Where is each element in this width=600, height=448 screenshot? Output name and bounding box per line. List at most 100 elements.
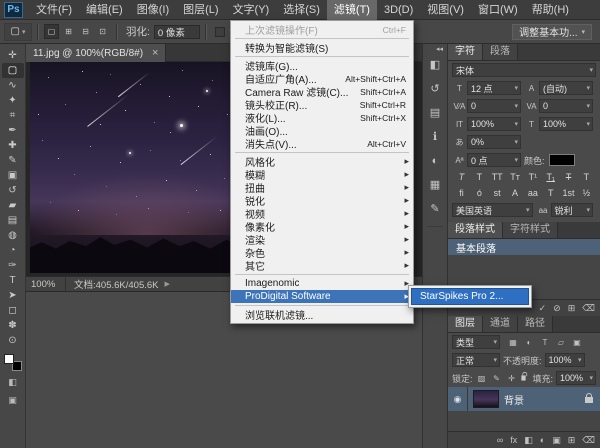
smart-object-filter-icon[interactable]: ▣ <box>571 338 583 347</box>
brush-tool[interactable]: ✎ <box>2 153 24 168</box>
canvas-image[interactable] <box>30 62 264 273</box>
font-family-select[interactable]: 宋体 <box>452 63 596 77</box>
kerning-select[interactable]: 0 <box>467 99 521 113</box>
filter-menu-item[interactable]: 上次滤镜操作(F) Ctrl+F <box>231 23 413 36</box>
gradient-tool[interactable]: ▤ <box>2 213 24 228</box>
link-layers-icon[interactable]: ∞ <box>497 435 503 445</box>
swatches-panel-icon[interactable]: ▤ <box>425 103 445 122</box>
panel-tab[interactable]: 字符 <box>448 44 483 60</box>
foreground-color-swatch[interactable] <box>4 354 14 364</box>
filter-menu-item[interactable]: Imagenomic <box>231 277 413 290</box>
背景[interactable]: ◉ 背景 <box>448 387 600 411</box>
path-selection-tool[interactable]: ➤ <box>2 288 24 303</box>
history-panel-icon[interactable]: ↺ <box>425 79 445 98</box>
zoom-tool[interactable]: ⊙ <box>2 333 24 348</box>
expand-panels-icon[interactable]: ◂◂ <box>423 44 447 55</box>
faux-italic-button[interactable]: T <box>472 172 487 182</box>
hand-tool[interactable]: ✽ <box>2 318 24 333</box>
menubar-item[interactable]: 图层(L) <box>176 0 225 20</box>
type-filter-icon[interactable]: T <box>539 338 551 347</box>
history-brush-tool[interactable]: ↺ <box>2 183 24 198</box>
eraser-tool[interactable]: ▰ <box>2 198 24 213</box>
menubar-item[interactable]: 视图(V) <box>420 0 471 20</box>
filter-menu-item[interactable]: 消失点(V)... Alt+Ctrl+V <box>231 137 413 150</box>
delete-layer-icon[interactable]: ⌫ <box>582 435 595 446</box>
discretionary-ligatures-button[interactable]: st <box>490 188 505 198</box>
info-panel-icon[interactable]: ℹ <box>425 127 445 146</box>
subtract-from-selection-button[interactable]: ⊟ <box>78 24 93 39</box>
clear-override-icon[interactable]: ✓ <box>539 303 547 314</box>
anti-alias-checkbox[interactable] <box>215 27 225 37</box>
menubar-item[interactable]: 编辑(E) <box>79 0 130 20</box>
style-list-item[interactable]: 基本段落 <box>448 239 600 255</box>
leading-select[interactable]: (自动) <box>539 81 593 95</box>
panel-tab[interactable]: 段落 <box>483 44 518 60</box>
feather-input[interactable]: 0 像素 <box>154 25 200 39</box>
intersect-selection-button[interactable]: ⊡ <box>95 24 110 39</box>
fractions-button[interactable]: ½ <box>579 188 594 198</box>
rectangular-marquee-tool[interactable]: ▢ <box>2 63 24 78</box>
new-selection-button[interactable]: ▢ <box>44 24 59 39</box>
menubar-item[interactable]: 帮助(H) <box>525 0 576 20</box>
contextual-alternates-button[interactable]: ó <box>472 188 487 198</box>
fill-select[interactable]: 100% <box>556 371 596 385</box>
baseline-shift-input[interactable]: 0 点 <box>467 153 521 167</box>
tool-preset-picker[interactable]: ▢ <box>4 23 32 41</box>
document-tab[interactable]: 11.jpg @ 100%(RGB/8#) × <box>26 44 166 62</box>
lock-image-pixels-icon[interactable]: ✎ <box>491 374 503 383</box>
delete-style-icon[interactable]: ⌫ <box>582 303 595 314</box>
redefine-style-icon[interactable]: ⊘ <box>553 303 561 314</box>
dodge-tool[interactable]: ◔ <box>2 243 24 258</box>
adjustments-panel-icon[interactable]: ◐ <box>425 151 445 170</box>
menubar-item[interactable]: 窗口(W) <box>471 0 525 20</box>
zoom-level-field[interactable]: 100% <box>26 277 66 291</box>
ligatures-button[interactable]: fi <box>454 188 469 198</box>
layer-thumbnail[interactable] <box>473 390 499 408</box>
lasso-tool[interactable]: ∿ <box>2 78 24 93</box>
layer-visibility-toggle[interactable]: ◉ <box>448 387 468 411</box>
proportional-spacing-select[interactable]: 0% <box>467 135 521 149</box>
healing-brush-tool[interactable]: ✚ <box>2 138 24 153</box>
menubar-item[interactable]: 选择(S) <box>276 0 327 20</box>
text-color-swatch[interactable] <box>549 154 575 166</box>
superscript-button[interactable]: T¹ <box>525 172 540 182</box>
quick-mask-button[interactable]: ◧ <box>2 376 24 389</box>
pen-tool[interactable]: ✑ <box>2 258 24 273</box>
panel-tab[interactable]: 段落样式 <box>448 222 503 238</box>
adjustment-layer-icon[interactable]: ◐ <box>540 435 545 445</box>
new-layer-icon[interactable]: ⊞ <box>568 435 576 446</box>
font-size-select[interactable]: 12 点 <box>467 81 521 95</box>
brush-panel-icon[interactable]: ✎ <box>425 199 445 218</box>
blend-mode-select[interactable]: 正常 <box>452 353 500 367</box>
vertical-scale-input[interactable]: 100% <box>467 117 521 131</box>
lock-transparent-pixels-icon[interactable]: ▨ <box>476 374 488 383</box>
submenu-item-starspikes[interactable]: StarSpikes Pro 2... <box>411 288 529 305</box>
opacity-select[interactable]: 100% <box>545 353 585 367</box>
move-tool[interactable]: ✛ <box>2 48 24 63</box>
pixel-filter-icon[interactable]: ▦ <box>507 338 519 347</box>
type-tool[interactable]: T <box>2 273 24 288</box>
filter-menu-item[interactable]: 其它 <box>231 259 413 272</box>
layer-group-icon[interactable]: ▣ <box>552 435 561 446</box>
ordinals-button[interactable]: 1st <box>561 188 576 198</box>
underline-button[interactable]: T <box>561 172 576 182</box>
menubar-item[interactable]: 滤镜(T) <box>327 0 377 20</box>
crop-tool[interactable]: ⌗ <box>2 108 24 123</box>
adjustment-filter-icon[interactable]: ◐ <box>523 338 535 347</box>
tracking-select[interactable]: 0 <box>539 99 593 113</box>
menubar-item[interactable]: 文字(Y) <box>226 0 277 20</box>
add-to-selection-button[interactable]: ⊞ <box>61 24 76 39</box>
actions-panel-icon[interactable]: ▦ <box>425 175 445 194</box>
layer-effects-icon[interactable]: fx <box>510 435 517 445</box>
new-style-icon[interactable]: ⊞ <box>568 303 576 314</box>
shape-filter-icon[interactable]: ▱ <box>555 338 567 347</box>
menubar-item[interactable]: 3D(D) <box>377 0 420 20</box>
filter-menu-item[interactable]: 转换为智能滤镜(S) <box>231 41 413 54</box>
strikethrough-button[interactable]: T <box>579 172 594 182</box>
clone-stamp-tool[interactable]: ▣ <box>2 168 24 183</box>
subscript-button[interactable]: T₁ <box>543 172 558 182</box>
color-swatches[interactable] <box>4 354 22 371</box>
color-panel-icon[interactable]: ◧ <box>425 55 445 74</box>
swash-button[interactable]: T <box>543 188 558 198</box>
eyedropper-tool[interactable]: ✒ <box>2 123 24 138</box>
